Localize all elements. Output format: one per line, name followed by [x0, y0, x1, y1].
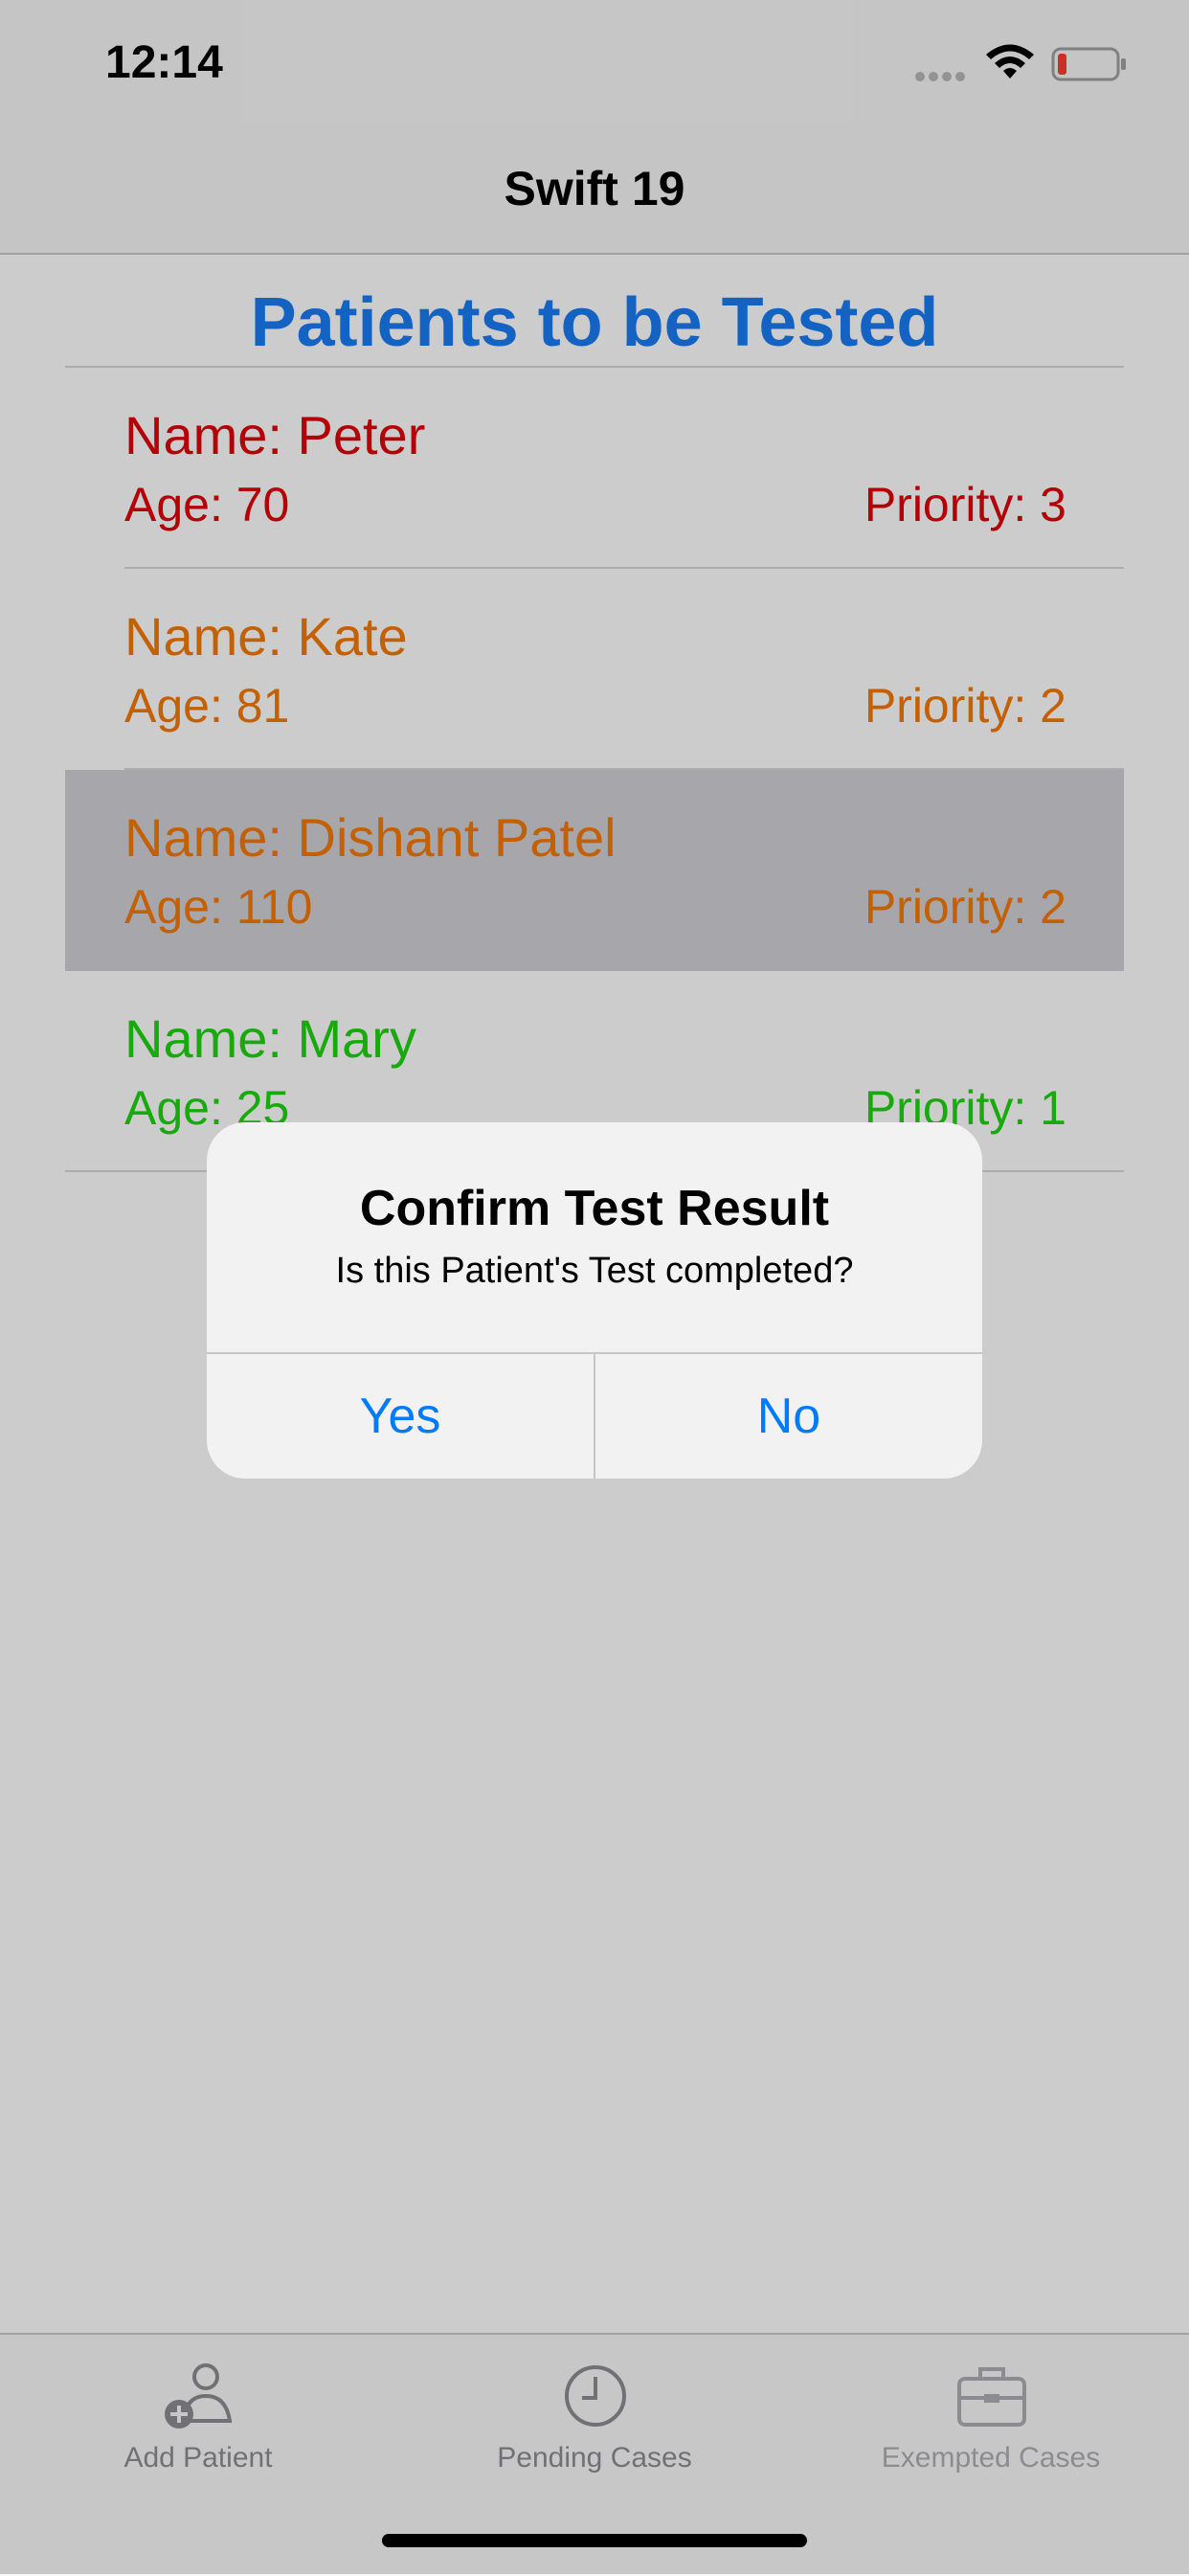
- alert-title: Confirm Test Result: [359, 1181, 830, 1236]
- yes-button[interactable]: Yes: [207, 1354, 594, 1479]
- no-button[interactable]: No: [595, 1354, 982, 1479]
- confirm-alert: Confirm Test Result Is this Patient's Te…: [207, 1122, 982, 1479]
- screen: 12:14 Swift 19 Patients to be Tested Nam…: [0, 0, 1189, 2576]
- alert-message: Is this Patient's Test completed?: [335, 1251, 854, 1291]
- home-indicator[interactable]: [382, 2534, 807, 2547]
